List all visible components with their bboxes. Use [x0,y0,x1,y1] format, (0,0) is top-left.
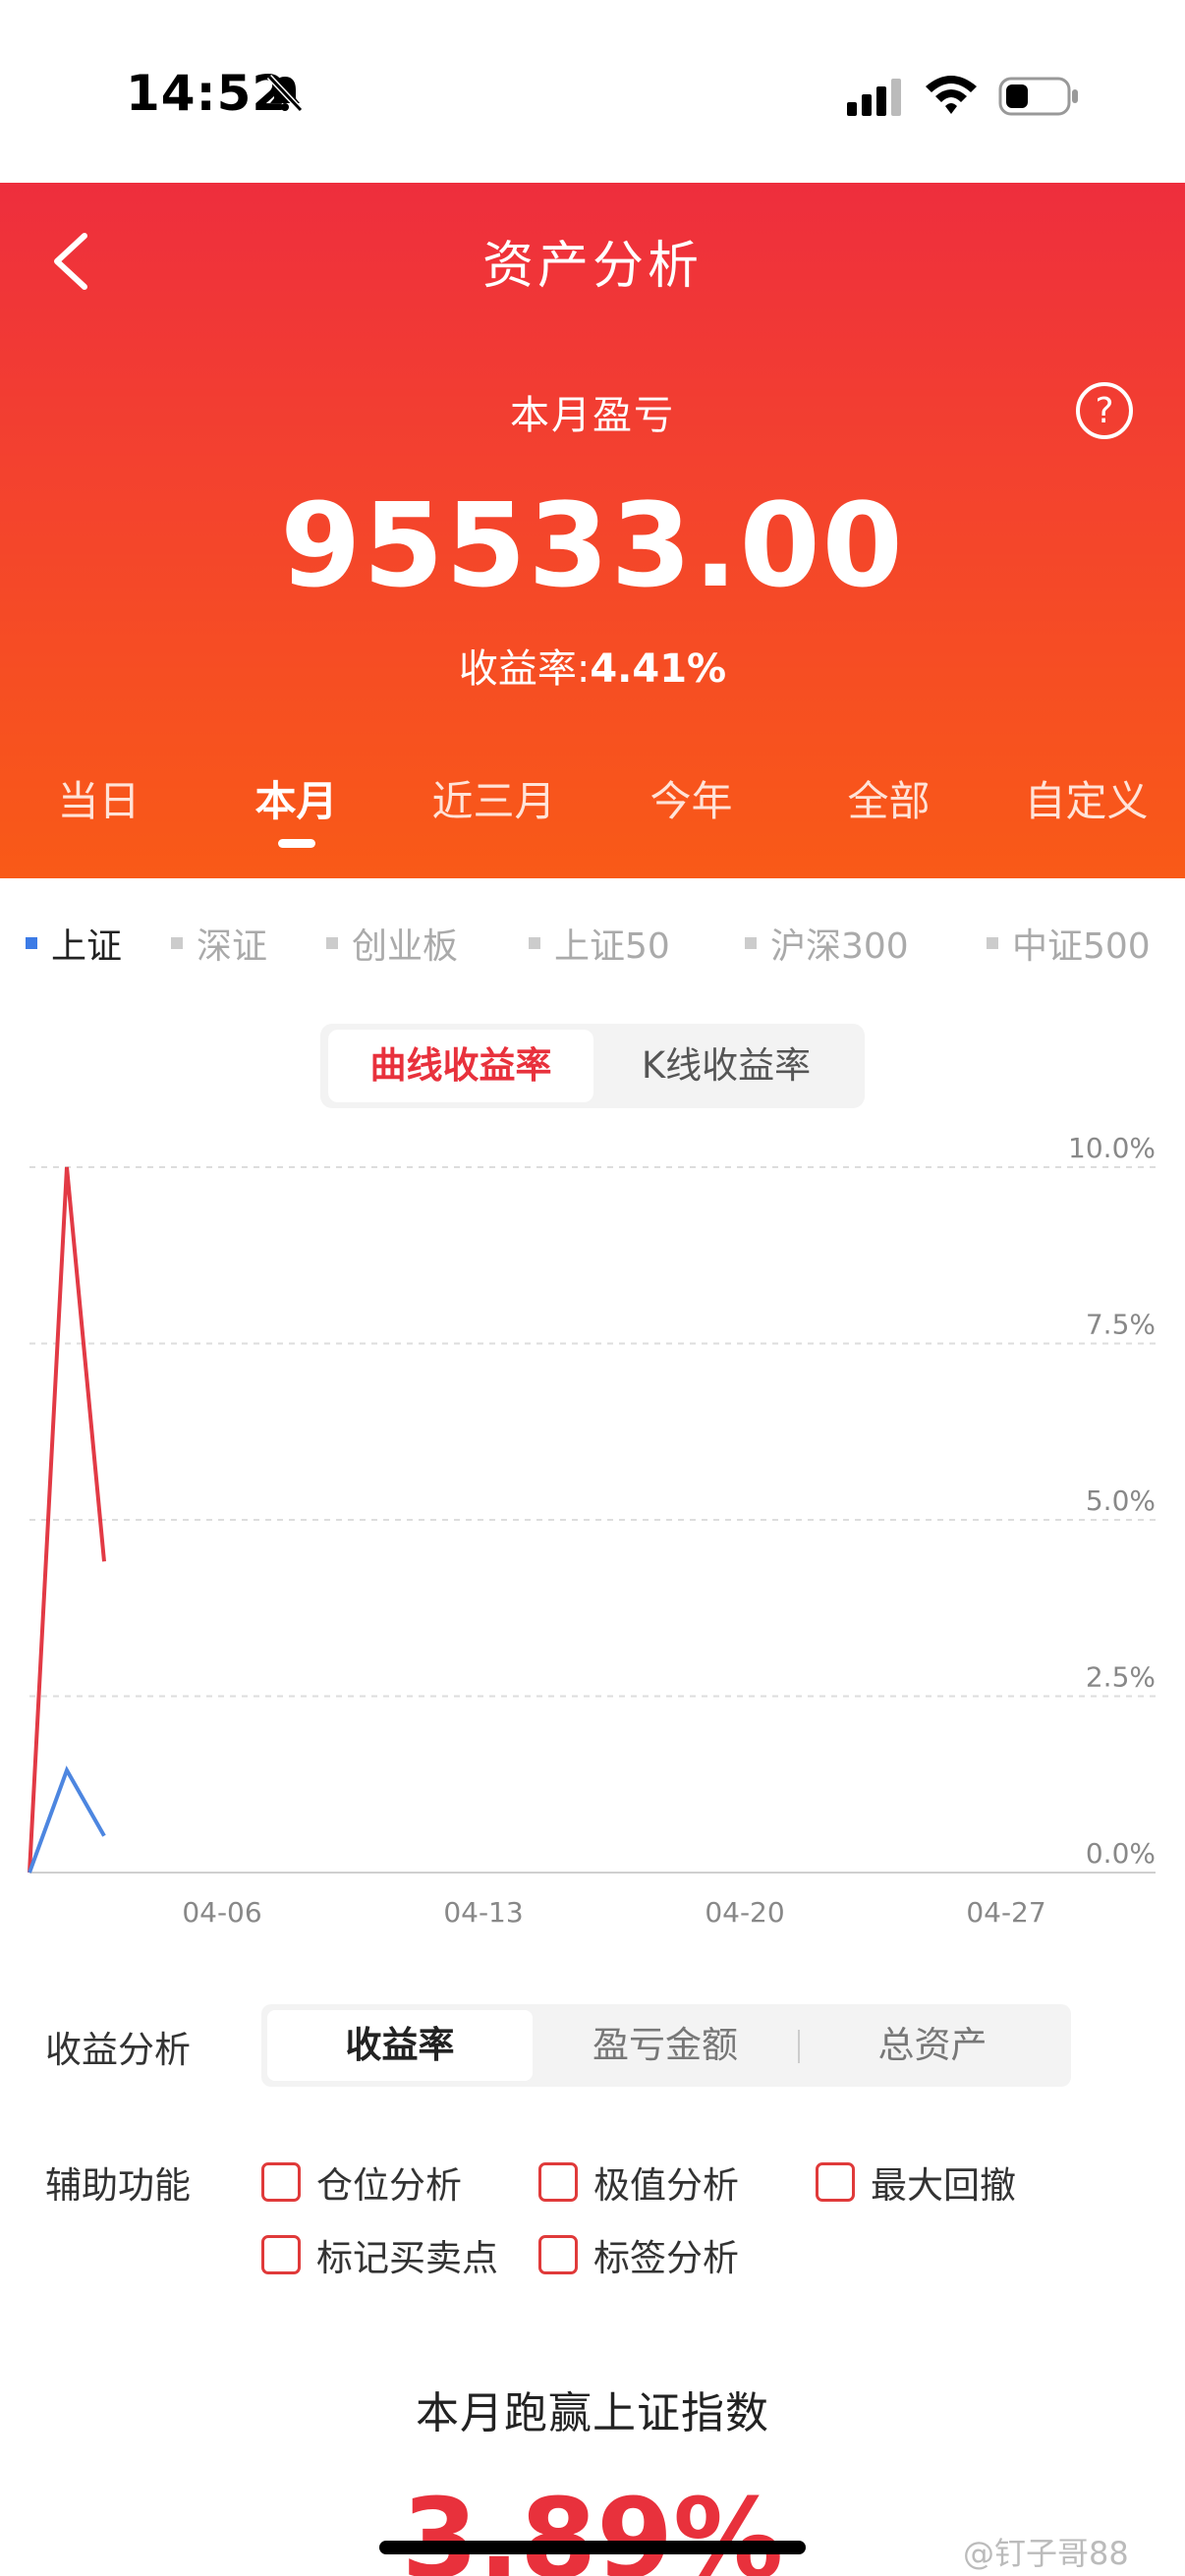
index-tab-label: 中证500 [1012,926,1151,967]
return-line-chart: 10.0% 7.5% 5.0% 2.5% 0.0% 04-06 04-13 04-20 04-2… [28,1132,1156,1929]
return-rate-label: 收益率: [458,646,591,692]
index-dot [326,937,338,949]
checkbox-label: 最大回撤 [871,2164,1016,2207]
checkbox-label: 标记买卖点 [316,2237,498,2279]
checkbox-box[interactable] [538,2235,578,2274]
help-icon[interactable]: ? [1073,379,1136,442]
index-tab-chinext[interactable]: 创业板 [326,918,458,969]
x-tick-label: 04-27 [966,1896,1045,1929]
index-return-line [28,1765,106,1874]
index-tab-csi500[interactable]: 中证500 [987,918,1151,969]
index-dot [987,937,998,949]
checkbox-label: 极值分析 [593,2164,739,2207]
index-tab-label: 上证50 [554,926,670,967]
checkbox-box[interactable] [816,2162,855,2202]
aux-functions-label: 辅助功能 [45,2164,191,2207]
return-rate-option[interactable]: 收益率 [267,2010,533,2081]
position-analysis-checkbox[interactable]: 仓位分析 [261,2156,462,2209]
tab-custom[interactable]: 自定义 [988,768,1185,847]
bell-muted-icon [266,74,304,113]
home-indicator[interactable] [379,2541,806,2554]
tab-this-year[interactable]: 今年 [592,768,790,847]
tag-analysis-checkbox[interactable]: 标签分析 [538,2228,739,2281]
svg-text:?: ? [1095,391,1113,431]
profit-analysis-segment: 收益率 盈亏金额 总资产 [261,2004,1071,2087]
checkbox-label: 仓位分析 [316,2164,462,2207]
index-dot [171,937,183,949]
page-title: 资产分析 [481,237,703,296]
tab-three-months[interactable]: 近三月 [395,768,592,847]
index-tabs: 上证 深证 创业板 上证50 沪深300 中证500 [0,918,1185,969]
return-rate-value: 4.41% [590,646,727,692]
y-tick-label: 0.0% [1086,1837,1156,1870]
month-pl-label: 本月盈亏 [510,393,675,438]
index-tab-shanghai[interactable]: 上证 [26,918,122,969]
y-tick-label: 10.0% [1068,1132,1156,1164]
watermark: @钉子哥88 [963,2535,1129,2572]
total-assets-option[interactable]: 总资产 [800,2010,1065,2081]
checkbox-box[interactable] [261,2162,301,2202]
month-pl-value: 95533.00 [280,477,905,613]
x-tick-label: 04-06 [182,1896,261,1929]
chart-type-toggle: 曲线收益率 K线收益率 [320,1024,865,1108]
index-dot [26,937,37,949]
beat-index-label: 本月跑赢上证指数 [416,2388,769,2438]
tab-all[interactable]: 全部 [790,768,988,847]
x-tick-label: 04-20 [705,1896,784,1929]
status-bar: 14:52 [0,0,1185,183]
y-tick-label: 5.0% [1086,1484,1156,1517]
wifi-icon [926,76,977,114]
checkbox-box[interactable] [261,2235,301,2274]
index-tab-sse50[interactable]: 上证50 [529,918,670,969]
tab-today[interactable]: 当日 [0,768,198,847]
index-tab-label: 深证 [197,926,268,967]
curve-return-button[interactable]: 曲线收益率 [328,1030,593,1102]
y-tick-label: 2.5% [1086,1661,1156,1694]
index-tab-label: 创业板 [352,926,459,967]
index-tab-shenzhen[interactable]: 深证 [171,918,267,969]
index-tab-label: 沪深300 [770,926,909,967]
trade-points-checkbox[interactable]: 标记买卖点 [261,2228,498,2281]
kline-return-button[interactable]: K线收益率 [593,1030,859,1102]
return-rate: 收益率:4.41% [0,637,1185,694]
index-tab-csi300[interactable]: 沪深300 [745,918,909,969]
asset-header: 资产分析 本月盈亏 ? 95533.00 收益率:4.41% 当日 本月 近三月… [0,183,1185,878]
index-tab-label: 上证 [51,926,123,967]
extreme-analysis-checkbox[interactable]: 极值分析 [538,2156,739,2209]
max-drawdown-checkbox[interactable]: 最大回撤 [816,2156,1016,2209]
tab-this-month[interactable]: 本月 [198,768,395,848]
profit-analysis-label: 收益分析 [45,2029,191,2071]
index-dot [745,937,757,949]
cellular-signal-icon [847,79,901,116]
x-tick-label: 04-13 [443,1896,523,1929]
checkbox-label: 标签分析 [593,2237,739,2279]
index-dot [529,937,540,949]
y-tick-label: 7.5% [1086,1309,1156,1341]
checkbox-box[interactable] [538,2162,578,2202]
pl-amount-option[interactable]: 盈亏金额 [533,2010,798,2081]
period-tabs: 当日 本月 近三月 今年 全部 自定义 [0,768,1185,848]
battery-icon [998,77,1078,116]
